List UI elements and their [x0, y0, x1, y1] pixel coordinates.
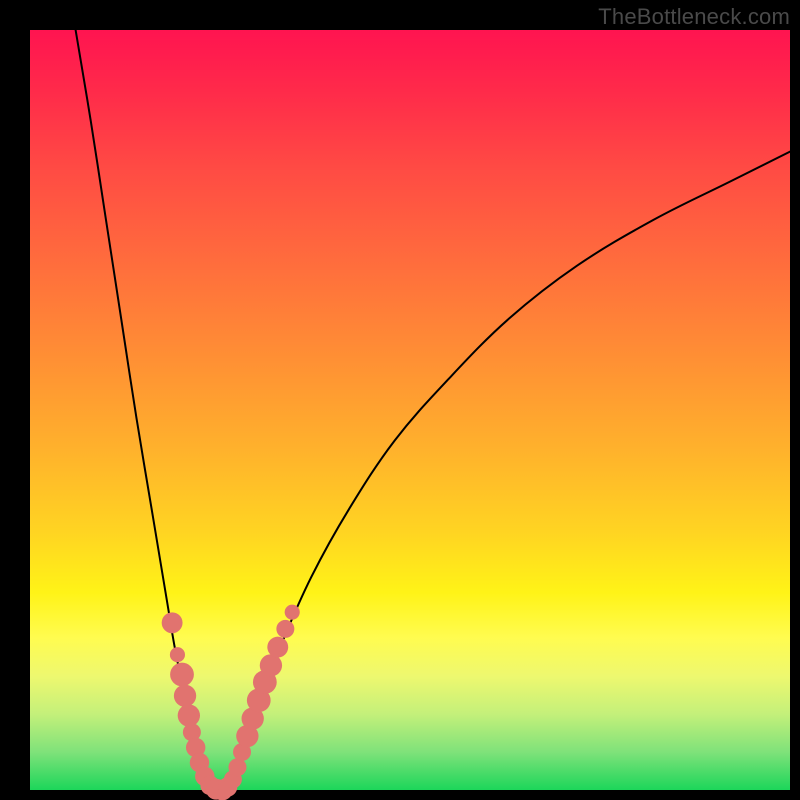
data-point	[228, 758, 246, 776]
data-point	[174, 685, 196, 707]
data-point	[178, 704, 200, 726]
curve-right-branch	[229, 152, 790, 790]
watermark-text: TheBottleneck.com	[598, 4, 790, 30]
data-point	[285, 605, 300, 620]
chart-svg	[30, 30, 790, 790]
data-point	[162, 612, 183, 633]
data-point	[267, 637, 288, 658]
data-point	[276, 620, 294, 638]
chart-frame: TheBottleneck.com	[0, 0, 800, 800]
plot-area	[30, 30, 790, 790]
markers	[162, 605, 300, 800]
curve-right	[229, 152, 790, 790]
data-point	[260, 654, 282, 676]
data-point	[170, 663, 194, 687]
data-point	[170, 647, 185, 662]
